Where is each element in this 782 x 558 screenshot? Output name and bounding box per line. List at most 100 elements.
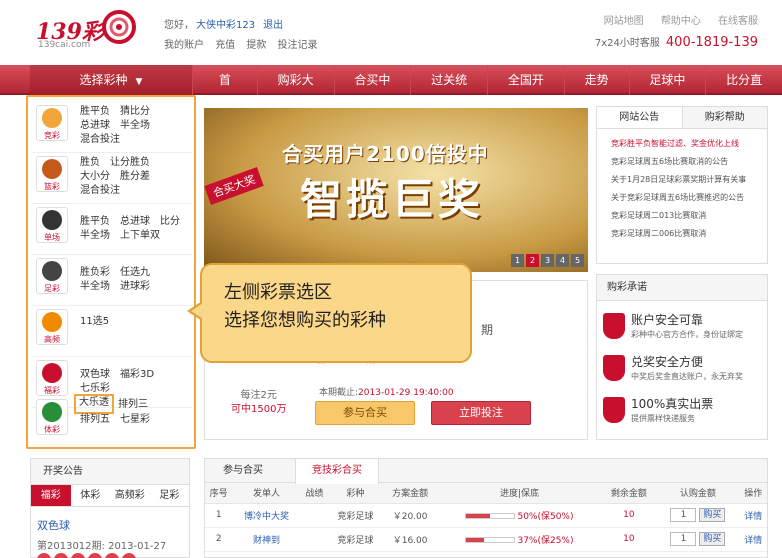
tab-sports[interactable]: 体彩 (71, 485, 111, 506)
deadline: 本期截止:2013-01-29 19:40:00 (319, 385, 454, 398)
lottery-option[interactable]: 混合投注 (80, 184, 120, 197)
single-match-icon: 单场 (36, 207, 68, 243)
lottery-option[interactable]: 胜负 让分胜负 (80, 156, 150, 169)
tab-join-group-buy[interactable]: 参与合买 (217, 459, 269, 483)
nav-item-football[interactable]: 足球中心 (628, 65, 706, 117)
user-bar: 您好， 大侠中彩123 退出 我的账户 充值 提款 投注记录 (164, 16, 326, 56)
lottery-option[interactable]: 半全场 上下单双 (80, 229, 160, 242)
bet-now-button[interactable]: 立即投注 (431, 401, 531, 425)
lottery-single-match[interactable]: 单场 胜平负 总进球 比分 半全场 上下单双 (32, 201, 192, 255)
ball (54, 553, 68, 558)
lottery-option[interactable]: 半全场 进球彩 (80, 280, 150, 293)
tab-buy-help[interactable]: 购彩帮助 (683, 107, 768, 128)
draw-issue: 第2013012期: 2013-01-27 (37, 541, 167, 552)
lottery-option[interactable]: 11选5 (80, 315, 109, 328)
lottery-football[interactable]: 足彩 胜负彩 任选九 半全场 进球彩 (32, 252, 192, 306)
promise-item-title: 账户安全可靠 (631, 313, 704, 327)
lottery-high-freq[interactable]: 高频 11选5 (32, 303, 192, 357)
lottery-option[interactable]: 胜平负 猜比分 (80, 105, 150, 118)
promise-item-title: 100%真实出票 (631, 397, 714, 411)
lottery-option[interactable]: 混合投注 (80, 133, 120, 146)
nav-item-stats[interactable]: 过关统计 (410, 65, 487, 117)
lottery-option[interactable]: 大小分 胜分差 (80, 170, 150, 183)
notice-item[interactable]: 竞彩胜平负智能过滤、奖金优化上线 (611, 135, 767, 153)
notice-item[interactable]: 关于1月28日足球彩票奖期计算有关事 (611, 171, 767, 189)
ball (105, 553, 119, 558)
user-link[interactable]: 财神到 (232, 527, 301, 552)
notice-item[interactable]: 竞彩足球周二013比赛取消 (611, 207, 767, 225)
banner-page[interactable]: 5 (571, 254, 584, 267)
tab-football[interactable]: 足彩 (150, 485, 190, 506)
quantity-input[interactable]: 1 (670, 532, 697, 546)
nav-item-group-buy[interactable]: 合买中心 (333, 65, 411, 117)
notice-panel: 网站公告 购彩帮助 竞彩胜平负智能过滤、奖金优化上线 竞彩足球周五6场比赛取消的… (596, 106, 768, 264)
banner-headline: 智揽巨奖 (300, 175, 485, 224)
ball (37, 553, 51, 558)
details-link[interactable]: 详情 (739, 503, 767, 528)
notice-item[interactable]: 竞彩足球周二006比赛取消 (611, 225, 767, 243)
banner-badge: 合买大奖 (204, 167, 264, 205)
draw-title: 开奖公告 (31, 459, 189, 485)
thumbs-up-icon (603, 397, 625, 423)
group-buy-table: 序号 发单人 战绩 彩种 方案金额 进度|保底 剩余金额 认购金额 操作 1 博… (205, 483, 767, 552)
notice-item[interactable]: 关于竞彩足球周五6场比赛推迟的公告 (611, 189, 767, 207)
bet-record-link[interactable]: 投注记录 (278, 40, 318, 51)
lottery-jingcai[interactable]: 竞彩 胜平负 猜比分 总进球 半全场 混合投注 (32, 99, 192, 153)
lottery-option[interactable]: 总进球 半全场 (80, 119, 150, 132)
lottery-option-daletou[interactable]: 大乐透 (74, 394, 114, 414)
tab-welfare[interactable]: 福彩 (31, 485, 71, 506)
logo-swirl-icon (102, 10, 136, 44)
promo-banner[interactable]: 合买大奖 合买用户2100倍投中 智揽巨奖 1 2 3 4 5 (204, 108, 588, 272)
online-service-link[interactable]: 在线客服 (718, 16, 758, 27)
quantity-input[interactable]: 1 (670, 508, 697, 522)
user-link[interactable]: 博冷中大奖 (232, 503, 301, 528)
lottery-basketball[interactable]: 篮彩 胜负 让分胜负 大小分 胜分差 混合投注 (32, 150, 192, 204)
notice-item[interactable]: 竞彩足球周五6场比赛取消的公告 (611, 153, 767, 171)
logo[interactable]: 139彩 139cai.com (36, 8, 136, 52)
lottery-option[interactable]: 胜平负 总进球 比分 (80, 215, 180, 228)
username-link[interactable]: 大侠中彩123 (196, 20, 255, 31)
my-account-link[interactable]: 我的账户 (164, 40, 204, 51)
buy-button[interactable]: 购买 (699, 532, 726, 546)
deadline-label: 本期截止: (319, 388, 359, 398)
lottery-option[interactable]: 双色球 福彩3D (80, 368, 154, 381)
banner-page[interactable]: 2 (526, 254, 539, 267)
logo-subtext: 139cai.com (38, 40, 91, 50)
deadline-time: 2013-01-29 19:40:00 (358, 388, 454, 398)
join-group-buy-button[interactable]: 参与合买 (315, 401, 415, 425)
buy-button[interactable]: 购买 (699, 508, 726, 522)
tab-sports-group-buy[interactable]: 竞技彩合买 (295, 458, 379, 484)
nav-item-hall[interactable]: 购彩大厅 (256, 65, 334, 117)
withdraw-link[interactable]: 提款 (246, 40, 266, 51)
nav-item-home[interactable]: 首 页 (192, 65, 257, 117)
hall-tabs: 参与合买 竞技彩合买 (205, 458, 767, 484)
logout-link[interactable]: 退出 (263, 20, 283, 31)
tab-high-freq[interactable]: 高频彩 (110, 485, 150, 506)
recharge-link[interactable]: 充值 (215, 40, 235, 51)
page: 139彩 139cai.com 您好， 大侠中彩123 退出 我的账户 充值 提款 … (0, 0, 782, 558)
site-map-link[interactable]: 网站地图 (604, 16, 644, 27)
help-center-link[interactable]: 帮助中心 (661, 16, 701, 27)
banner-page[interactable]: 1 (511, 254, 524, 267)
promise-item: 账户安全可靠 彩种中心官方合作，身份证绑定 (601, 309, 765, 349)
nav-item-trend[interactable]: 走势图 (563, 65, 629, 117)
greeting: 您好， (164, 20, 194, 31)
column-header: 进度|保底 (437, 483, 602, 504)
lottery-option[interactable]: 排列三 (118, 398, 148, 411)
lottery-option[interactable]: 胜负彩 任选九 (80, 266, 150, 279)
nav-item-results[interactable]: 全国开奖 (487, 65, 564, 117)
column-header: 战绩 (300, 483, 329, 504)
sports-icon: 体彩 (36, 399, 68, 435)
banner-page[interactable]: 3 (541, 254, 554, 267)
promise-item-desc: 中奖后奖金直达账户，永无弃奖 (631, 372, 743, 381)
lottery-option[interactable]: 排列五 七星彩 (80, 413, 150, 426)
banner-page[interactable]: 4 (556, 254, 569, 267)
tab-site-notice[interactable]: 网站公告 (597, 107, 683, 128)
lottery-select-label: 选择彩种 (79, 73, 128, 87)
lottery-select-dropdown[interactable]: 选择彩种 ▼ (30, 65, 192, 95)
draw-game-name[interactable]: 双色球 (37, 517, 70, 533)
details-link[interactable]: 详情 (739, 527, 767, 552)
lottery-sports[interactable]: 体彩 大乐透 排列三 排列五 七星彩 (32, 393, 192, 447)
promise-item-desc: 彩种中心官方合作，身份证绑定 (631, 330, 743, 339)
nav-item-live-score[interactable]: 比分直播 (705, 65, 782, 117)
